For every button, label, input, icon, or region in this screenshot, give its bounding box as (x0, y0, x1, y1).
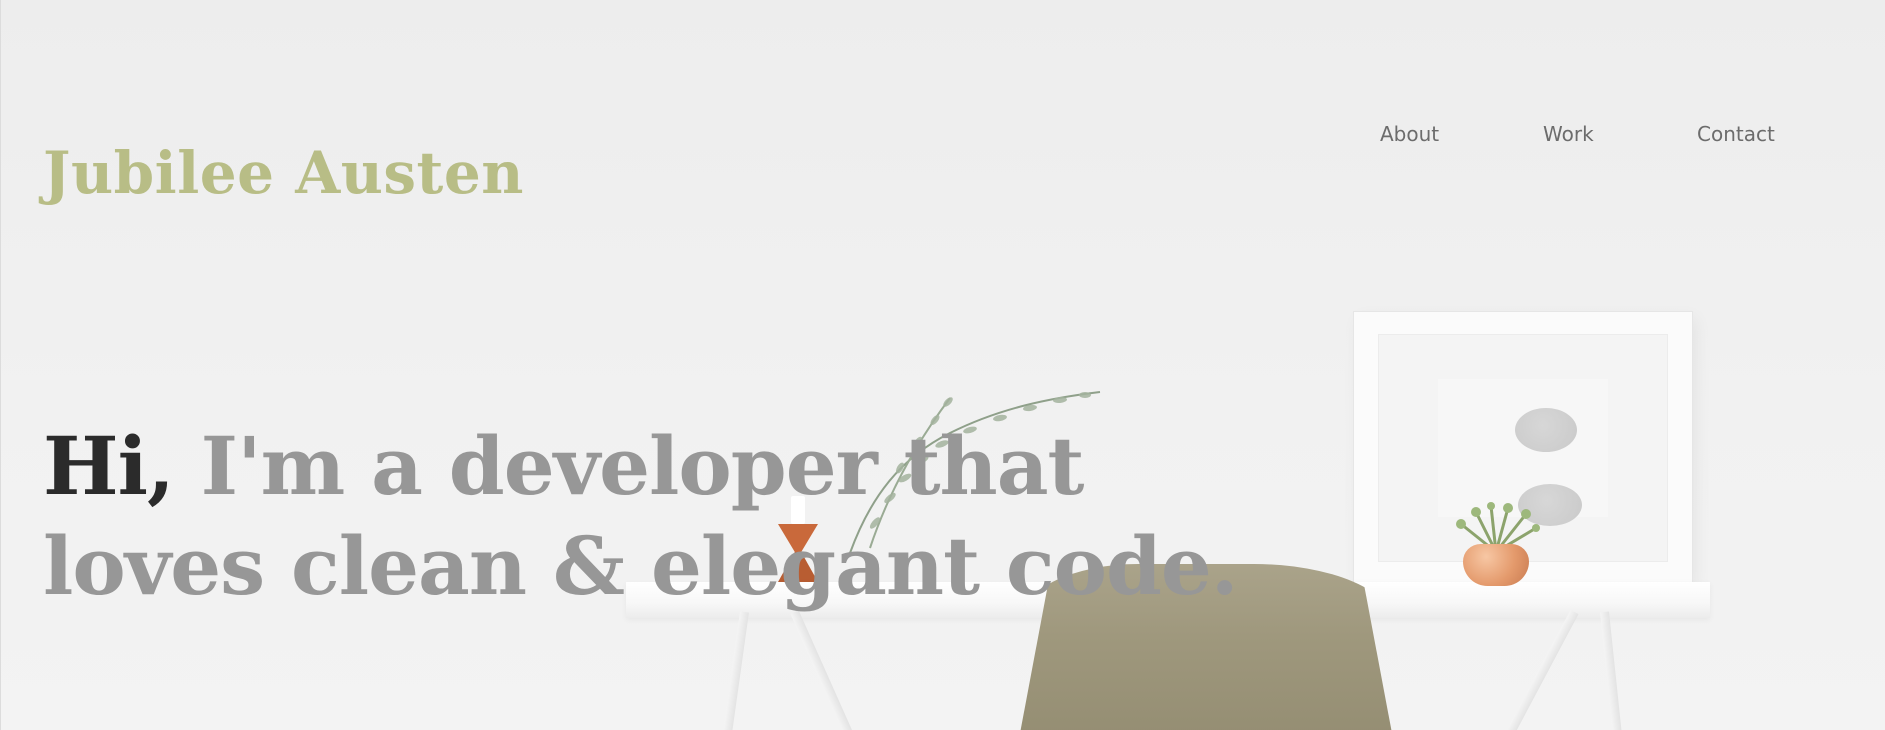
hero-headline: Hi, I'm a developer that loves clean & el… (43, 416, 1243, 616)
site-logo[interactable]: Jubilee Austen (43, 138, 524, 208)
nav-link-contact[interactable]: Contact (1697, 120, 1775, 148)
desk-photo (0, 0, 1885, 730)
desk-leg (1504, 609, 1579, 730)
hero-greeting: Hi, (43, 419, 175, 513)
desk-leg (1600, 611, 1624, 730)
desk-leg (720, 611, 749, 730)
nav-link-work[interactable]: Work (1543, 120, 1594, 148)
hero-tagline-line-2: loves clean & elegant code. (43, 519, 1239, 613)
hero-background (0, 0, 1885, 730)
nav-link-about[interactable]: About (1380, 120, 1439, 148)
hero-tagline-line-1: I'm a developer that (173, 419, 1085, 513)
copper-pot (1463, 544, 1529, 586)
desk-leg (790, 610, 856, 730)
artwork-dot (1515, 408, 1577, 452)
